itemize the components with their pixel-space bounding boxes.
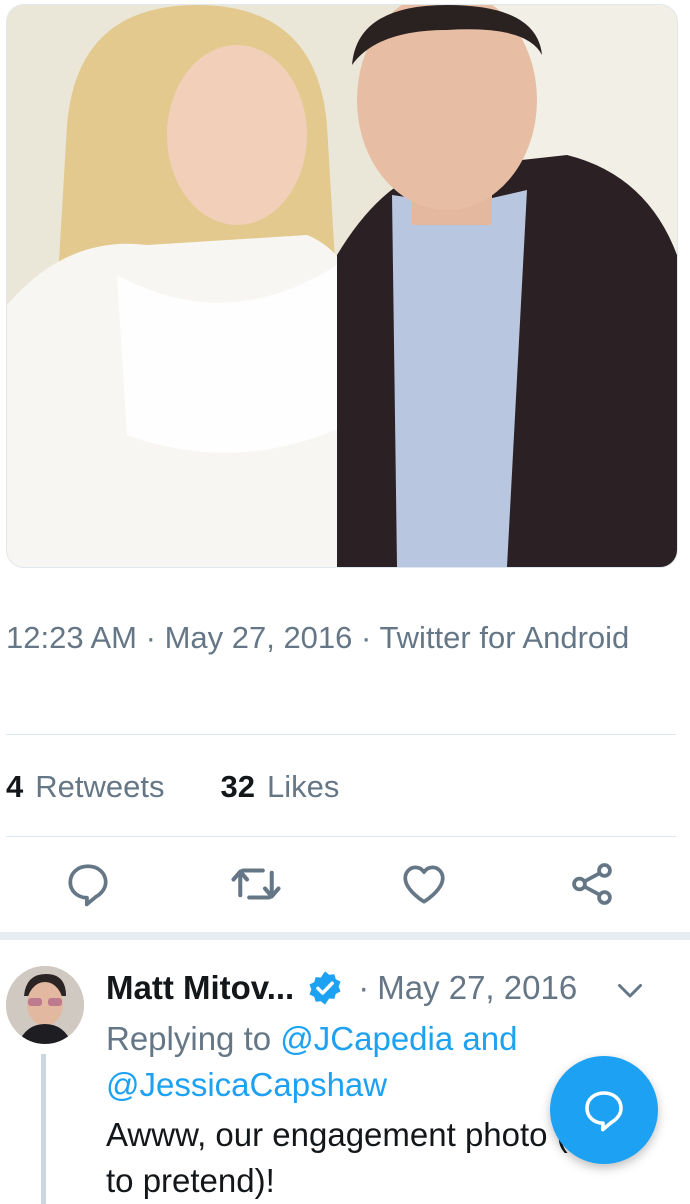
- thread-line: [41, 1054, 46, 1204]
- reply-icon: [68, 864, 108, 907]
- replying-prefix: Replying to: [106, 1020, 272, 1057]
- avatar-image: [6, 966, 84, 1044]
- tweet-stats: 4 Retweets 32 Likes: [6, 762, 339, 812]
- verified-badge-icon: [309, 971, 341, 1005]
- divider: [6, 836, 676, 837]
- like-icon: [403, 865, 445, 904]
- photo-image: [7, 5, 677, 567]
- divider: [6, 734, 676, 735]
- mention-conjunction[interactable]: and: [462, 1020, 517, 1057]
- mention-link[interactable]: @JCapedia: [280, 1020, 453, 1057]
- tweet-date[interactable]: May 27, 2016: [165, 620, 353, 655]
- retweet-button[interactable]: [226, 854, 286, 914]
- mention-link[interactable]: @JessicaCapshaw: [106, 1066, 387, 1103]
- retweets-count: 4: [6, 769, 24, 804]
- compose-reply-button[interactable]: [550, 1056, 658, 1164]
- likes-count: 32: [220, 769, 255, 804]
- separator: ·: [358, 969, 370, 1006]
- tweet-photo[interactable]: [6, 4, 678, 568]
- retweets-stat[interactable]: 4 Retweets: [6, 762, 164, 812]
- retweet-icon: [231, 868, 281, 900]
- tweet-timestamp: 12:23 AM · May 27, 2016 · Twitter for An…: [6, 614, 646, 661]
- likes-stat[interactable]: 32 Likes: [220, 762, 339, 812]
- reply-bubble-icon: [585, 1091, 623, 1132]
- reply-author-name[interactable]: Matt Mitov...: [106, 966, 294, 1010]
- tweet-actions: [0, 854, 690, 914]
- tweet-time[interactable]: 12:23 AM: [6, 620, 137, 655]
- tweet-source[interactable]: Twitter for Android: [379, 620, 629, 655]
- section-divider: [0, 932, 690, 940]
- reply-date[interactable]: May 27, 2016: [377, 966, 577, 1010]
- chevron-down-icon[interactable]: [612, 972, 648, 1008]
- reply-header: Matt Mitov... · May 27, 2016: [106, 966, 666, 1010]
- share-icon: [572, 863, 612, 905]
- retweets-label: Retweets: [35, 769, 165, 804]
- reply-button[interactable]: [58, 854, 118, 914]
- avatar[interactable]: [6, 966, 84, 1044]
- separator: ·: [361, 620, 372, 655]
- likes-label: Likes: [266, 769, 340, 804]
- separator: ·: [145, 620, 156, 655]
- share-button[interactable]: [562, 854, 622, 914]
- like-button[interactable]: [394, 854, 454, 914]
